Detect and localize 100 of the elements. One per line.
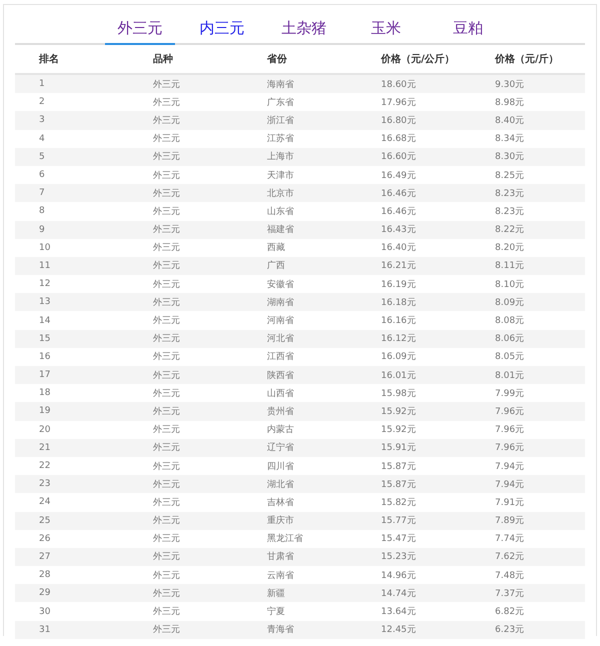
table-cell: 北京市 bbox=[267, 188, 294, 199]
table-cell: 16.16元 bbox=[381, 316, 416, 326]
table-cell: 15.47元 bbox=[381, 534, 416, 544]
table-cell: 15.87元 bbox=[381, 462, 416, 472]
table-cell: 海南省 bbox=[267, 80, 294, 90]
tab[interactable]: 豆粕 bbox=[433, 15, 503, 45]
table-cell: 西藏 bbox=[267, 243, 285, 254]
table-cell: 13 bbox=[39, 297, 50, 308]
table-cell: 14 bbox=[39, 316, 50, 326]
table-cell: 7.74元 bbox=[495, 534, 524, 544]
tab[interactable]: 外三元 bbox=[105, 15, 175, 45]
table-cell: 20 bbox=[39, 424, 50, 435]
table-cell: 31 bbox=[39, 624, 50, 635]
table-cell: 8.09元 bbox=[495, 298, 524, 308]
table-cell: 8.08元 bbox=[495, 316, 524, 326]
table-cell: 6 bbox=[39, 170, 45, 180]
table-cell: 7.91元 bbox=[495, 498, 524, 508]
tab[interactable]: 土杂猪 bbox=[269, 15, 339, 45]
table-cell: 16.80元 bbox=[381, 116, 416, 126]
tab[interactable]: 玉米 bbox=[351, 15, 421, 45]
table-cell: 8.98元 bbox=[495, 98, 524, 108]
table-cell: 16.18元 bbox=[381, 298, 416, 308]
table-cell: 8.01元 bbox=[495, 370, 524, 381]
table-cell: 11 bbox=[39, 260, 50, 271]
table-cell: 8.10元 bbox=[495, 280, 524, 290]
table-cell: 7.37元 bbox=[495, 588, 524, 599]
table-cell: 湖南省 bbox=[267, 298, 294, 308]
table-cell: 外三元 bbox=[153, 298, 180, 308]
table-cell: 8.22元 bbox=[495, 225, 524, 236]
table-cell: 18.60元 bbox=[381, 80, 416, 90]
table-cell: 7.94元 bbox=[495, 480, 524, 490]
table-cell: 17 bbox=[39, 370, 50, 380]
table-cell: 7.96元 bbox=[495, 406, 524, 417]
table-cell: 16.01元 bbox=[381, 370, 416, 381]
table-cell: 四川省 bbox=[267, 462, 294, 472]
table-cell: 8.30元 bbox=[495, 152, 524, 162]
table-cell: 外三元 bbox=[153, 334, 180, 344]
table-cell: 15.82元 bbox=[381, 498, 416, 508]
table-cell: 外三元 bbox=[153, 243, 180, 254]
table-cell: 外三元 bbox=[153, 316, 180, 326]
table-cell: 外三元 bbox=[153, 406, 180, 417]
table-cell: 外三元 bbox=[153, 352, 180, 362]
table-cell: 8.05元 bbox=[495, 352, 524, 362]
table-cell: 安徽省 bbox=[267, 280, 294, 290]
table-cell: 2 bbox=[39, 97, 45, 108]
table-cell: 外三元 bbox=[153, 607, 180, 618]
table-cell: 外三元 bbox=[153, 480, 180, 490]
table-cell: 5 bbox=[39, 152, 45, 162]
table-cell: 9.30元 bbox=[495, 80, 524, 90]
table-cell: 12.45元 bbox=[381, 625, 416, 636]
table-cell: 16.40元 bbox=[381, 243, 416, 254]
table-cell: 15.87元 bbox=[381, 480, 416, 490]
table-cell: 外三元 bbox=[153, 570, 180, 581]
table-cell: 外三元 bbox=[153, 188, 180, 199]
table-cell: 青海省 bbox=[267, 625, 294, 636]
table-cell: 浙江省 bbox=[267, 116, 294, 126]
table-cell: 8.40元 bbox=[495, 116, 524, 126]
table-cell: 8.23元 bbox=[495, 206, 524, 217]
table-cell: 3 bbox=[39, 115, 45, 126]
table-cell: 外三元 bbox=[153, 462, 180, 472]
table-cell: 8.34元 bbox=[495, 134, 524, 144]
table-cell: 18 bbox=[39, 388, 50, 398]
table-cell: 29 bbox=[39, 588, 50, 598]
table-cell: 外三元 bbox=[153, 588, 180, 599]
tab[interactable]: 内三元 bbox=[187, 15, 257, 45]
table-cell: 16.68元 bbox=[381, 134, 416, 144]
table-cell: 7.62元 bbox=[495, 552, 524, 562]
table-cell: 外三元 bbox=[153, 625, 180, 636]
table-cell: 新疆 bbox=[267, 588, 285, 599]
table-cell: 7 bbox=[39, 188, 45, 198]
table-cell: 福建省 bbox=[267, 225, 294, 236]
table-cell: 外三元 bbox=[153, 498, 180, 508]
table-cell: 15.91元 bbox=[381, 443, 416, 454]
table-cell: 22 bbox=[39, 461, 50, 472]
table-cell: 16.60元 bbox=[381, 152, 416, 162]
table-cell: 8.20元 bbox=[495, 243, 524, 254]
table-cell: 外三元 bbox=[153, 388, 180, 399]
table-cell: 1 bbox=[39, 79, 45, 90]
table-cell: 河南省 bbox=[267, 316, 294, 326]
table-cell: 江西省 bbox=[267, 352, 294, 362]
table-cell: 8 bbox=[39, 206, 45, 216]
table-cell: 16.21元 bbox=[381, 261, 416, 272]
table-cell: 外三元 bbox=[153, 534, 180, 544]
table-cell: 外三元 bbox=[153, 80, 180, 90]
table-cell: 山西省 bbox=[267, 388, 294, 399]
table-cell: 山东省 bbox=[267, 206, 294, 217]
table-cell: 7.94元 bbox=[495, 462, 524, 472]
table-cell: 宁夏 bbox=[267, 607, 285, 618]
table-cell: 8.06元 bbox=[495, 334, 524, 344]
table-cell: 15.92元 bbox=[381, 425, 416, 436]
table-cell: 湖北省 bbox=[267, 480, 294, 490]
table-cell: 15.23元 bbox=[381, 552, 416, 562]
table-cell: 8.23元 bbox=[495, 188, 524, 199]
table-cell: 16.12元 bbox=[381, 334, 416, 344]
table-cell: 8.25元 bbox=[495, 170, 524, 181]
table-cell: 上海市 bbox=[267, 152, 294, 162]
table-cell: 广西 bbox=[267, 261, 285, 272]
table-cell: 4 bbox=[39, 134, 45, 144]
table-cell: 17.96元 bbox=[381, 98, 416, 108]
table-cell: 14.96元 bbox=[381, 570, 416, 581]
